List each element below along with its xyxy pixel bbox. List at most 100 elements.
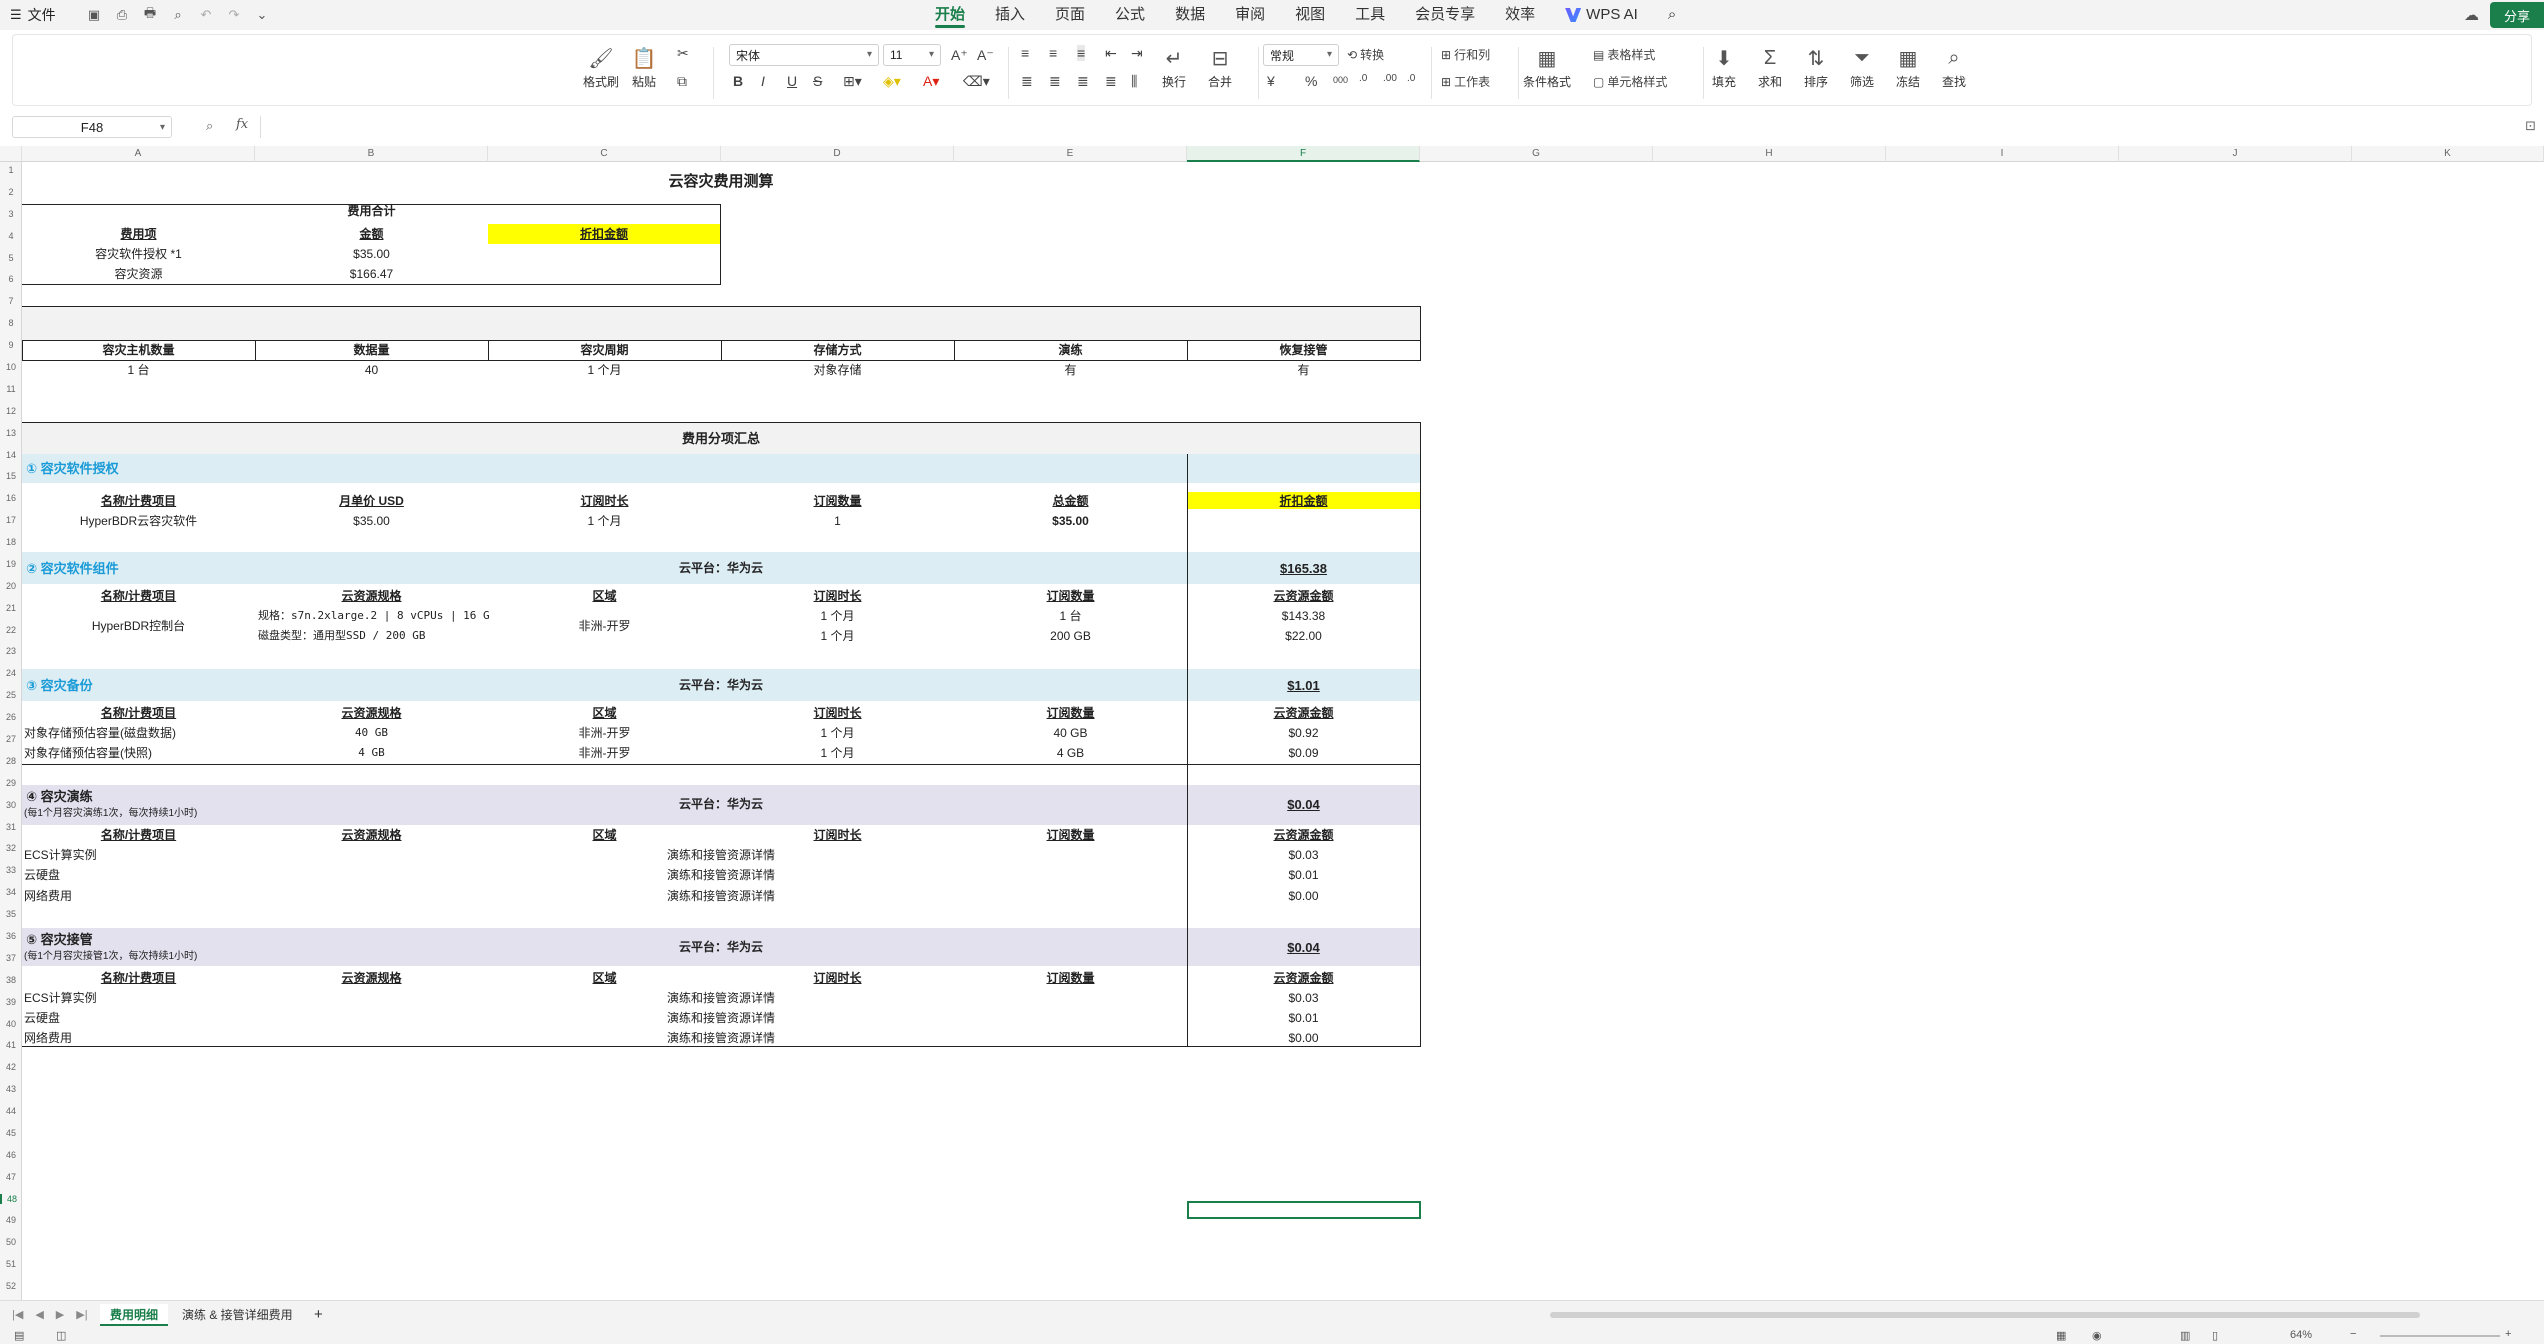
table-style-button[interactable]: ▤ 表格样式 — [1593, 46, 1655, 63]
zoom-formula-icon[interactable]: ⌕ — [206, 118, 213, 134]
tab-view[interactable]: 视图 — [1295, 0, 1325, 30]
first-sheet-icon[interactable]: |◀ — [12, 1308, 23, 1321]
fill-button[interactable]: ⬇ 填充 — [1711, 45, 1737, 90]
row-header[interactable]: 20 — [0, 581, 22, 591]
row-header[interactable]: 27 — [0, 734, 22, 744]
paste-button[interactable]: 📋 粘贴 — [631, 45, 657, 90]
row-header[interactable]: 39 — [0, 997, 22, 1007]
worksheet-button[interactable]: ⊞ 工作表 — [1441, 73, 1490, 90]
tab-review[interactable]: 审阅 — [1235, 0, 1265, 30]
row-header[interactable]: 6 — [0, 274, 22, 284]
increase-font-icon[interactable]: A⁺ — [951, 47, 968, 64]
justify-icon[interactable]: ≣ — [1105, 73, 1117, 90]
zoom-in-icon[interactable]: + — [2505, 1328, 2511, 1340]
tab-wps-ai[interactable]: WPS AI — [1565, 0, 1638, 30]
row-header[interactable]: 51 — [0, 1259, 22, 1269]
clear-icon[interactable]: ⌫▾ — [963, 73, 990, 90]
row-header[interactable]: 21 — [0, 603, 22, 613]
row-header[interactable]: 30 — [0, 800, 22, 810]
row-header[interactable]: 17 — [0, 515, 22, 525]
row-header[interactable]: 8 — [0, 318, 22, 328]
tab-page[interactable]: 页面 — [1055, 0, 1085, 30]
format-painter-button[interactable]: 🖌 格式刷 — [583, 45, 619, 90]
decimal-icon[interactable]: .0 — [1407, 73, 1415, 84]
selected-cell[interactable] — [1187, 1201, 1421, 1219]
row-header[interactable]: 45 — [0, 1128, 22, 1138]
row-header[interactable]: 13 — [0, 428, 22, 438]
increase-indent-icon[interactable]: ⇥ — [1131, 45, 1143, 62]
italic-icon[interactable]: I — [761, 73, 765, 89]
page-layout-view-icon[interactable]: ▯ — [2212, 1329, 2218, 1342]
print-preview-icon[interactable]: ⌕ — [170, 7, 186, 23]
row-header[interactable]: 42 — [0, 1062, 22, 1072]
column-header[interactable]: J — [2119, 146, 2352, 162]
last-sheet-icon[interactable]: ▶| — [76, 1308, 87, 1321]
fx-icon[interactable]: fx — [236, 117, 248, 132]
row-header[interactable]: 46 — [0, 1150, 22, 1160]
decrease-decimal-icon[interactable]: .00 — [1383, 73, 1397, 84]
print-icon[interactable]: 🖶 — [142, 5, 158, 23]
row-header[interactable]: 1 — [0, 165, 22, 175]
align-top-icon[interactable]: ≡ — [1021, 45, 1029, 61]
row-header[interactable]: 36 — [0, 931, 22, 941]
row-header[interactable]: 52 — [0, 1281, 22, 1291]
column-header[interactable]: H — [1653, 146, 1886, 162]
formula-input[interactable] — [260, 116, 2520, 138]
column-header[interactable]: C — [488, 146, 721, 162]
currency-icon[interactable]: ¥ — [1267, 73, 1275, 89]
tab-home[interactable]: 开始 — [935, 0, 966, 30]
row-header[interactable]: 2 — [0, 187, 22, 197]
tab-insert[interactable]: 插入 — [995, 0, 1025, 30]
align-center-icon[interactable]: ≣ — [1049, 73, 1061, 90]
align-right-icon[interactable]: ≣ — [1077, 73, 1089, 90]
row-header[interactable]: 43 — [0, 1084, 22, 1094]
font-name-select[interactable]: 宋体 ▾ — [729, 44, 879, 66]
export-pdf-icon[interactable]: ⎙ — [114, 7, 130, 23]
file-menu[interactable]: ☰ 文件 — [0, 5, 80, 25]
horizontal-scrollbar[interactable] — [1550, 1312, 2420, 1318]
decrease-font-icon[interactable]: A⁻ — [977, 47, 994, 64]
convert-button[interactable]: ⟲ 转换 — [1347, 46, 1384, 63]
row-header[interactable]: 34 — [0, 887, 22, 897]
row-header[interactable]: 35 — [0, 909, 22, 919]
zoom-out-icon[interactable]: − — [2350, 1328, 2356, 1340]
strikethrough-icon[interactable]: S — [813, 73, 822, 89]
row-header[interactable]: 3 — [0, 209, 22, 219]
chevron-down-icon[interactable]: ⌄ — [254, 7, 270, 23]
zoom-level[interactable]: 64% — [2290, 1329, 2312, 1341]
cut-icon[interactable]: ✂ — [677, 45, 689, 62]
normal-view-icon[interactable]: ▦ — [2056, 1329, 2066, 1342]
font-color-icon[interactable]: A▾ — [923, 73, 939, 90]
add-sheet-icon[interactable]: + — [304, 1304, 333, 1326]
row-header[interactable]: 18 — [0, 537, 22, 547]
align-bottom-icon[interactable]: ≡ — [1077, 45, 1086, 61]
row-header[interactable]: 31 — [0, 822, 22, 832]
select-all-corner[interactable] — [0, 146, 22, 162]
sheet-tab-drill-detail[interactable]: 演练 & 接管详细费用 — [172, 1304, 303, 1326]
filter-button[interactable]: ⏷ 筛选 — [1849, 45, 1875, 90]
redo-icon[interactable]: ↷ — [226, 7, 242, 23]
column-header[interactable]: G — [1420, 146, 1653, 162]
page-break-view-icon[interactable]: ▥ — [2180, 1329, 2190, 1342]
row-header[interactable]: 48 — [0, 1193, 22, 1204]
zoom-slider[interactable] — [2380, 1335, 2500, 1337]
share-button[interactable]: 分享 — [2490, 2, 2544, 28]
row-header[interactable]: 40 — [0, 1019, 22, 1029]
row-header[interactable]: 10 — [0, 362, 22, 372]
search-icon[interactable]: ⌕ — [1668, 0, 1676, 30]
distributed-icon[interactable]: ⫼ — [1131, 73, 1137, 90]
tab-member[interactable]: 会员专享 — [1415, 0, 1475, 30]
column-header[interactable]: B — [255, 146, 488, 162]
tab-efficiency[interactable]: 效率 — [1505, 0, 1535, 30]
row-header[interactable]: 23 — [0, 646, 22, 656]
row-header[interactable]: 11 — [0, 384, 22, 394]
save-icon[interactable]: ▣ — [86, 7, 102, 23]
fill-color-icon[interactable]: ◈▾ — [883, 73, 901, 90]
row-header[interactable]: 37 — [0, 953, 22, 963]
macro-icon[interactable]: ▤ — [14, 1329, 24, 1342]
row-header[interactable]: 41 — [0, 1040, 22, 1050]
row-header[interactable]: 25 — [0, 690, 22, 700]
column-header[interactable]: I — [1886, 146, 2119, 162]
row-header[interactable]: 15 — [0, 471, 22, 481]
spreadsheet-grid[interactable]: 云容灾费用测算 费用合计 费用项 金额 折扣金额 容灾软件授权 *1 $35.0… — [22, 162, 2544, 1300]
